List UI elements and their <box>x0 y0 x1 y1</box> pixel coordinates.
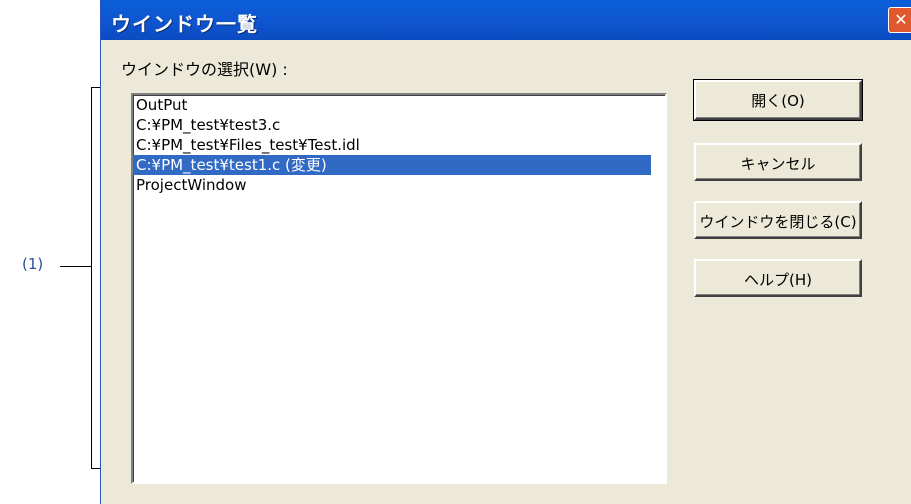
list-item[interactable]: ProjectWindow <box>133 175 665 195</box>
annotation-label: (1) <box>22 255 44 273</box>
window-list-dialog: ウインドウ一覧 ✕ ウインドウの選択(W) : OutPut C:¥PM_tes… <box>100 0 911 504</box>
list-item[interactable]: OutPut <box>133 95 665 115</box>
close-window-button[interactable]: ウインドウを閉じる(C) <box>694 201 862 239</box>
close-icon[interactable]: ✕ <box>888 7 911 33</box>
help-button[interactable]: ヘルプ(H) <box>694 259 862 297</box>
list-item[interactable]: C:¥PM_test¥Files_test¥Test.idl <box>133 135 665 155</box>
list-item-selected[interactable]: C:¥PM_test¥test1.c (変更) <box>133 155 651 175</box>
title-bar[interactable]: ウインドウ一覧 ✕ <box>101 0 911 40</box>
window-select-label: ウインドウの選択(W) : <box>121 60 288 79</box>
annotation-leader-line <box>60 266 92 267</box>
window-listbox[interactable]: OutPut C:¥PM_test¥test3.c C:¥PM_test¥Fil… <box>131 93 667 484</box>
open-button[interactable]: 開く(O) <box>693 79 863 121</box>
cancel-button[interactable]: キャンセル <box>694 143 862 181</box>
list-item[interactable]: C:¥PM_test¥test3.c <box>133 115 665 135</box>
dialog-title: ウインドウ一覧 <box>111 12 258 36</box>
